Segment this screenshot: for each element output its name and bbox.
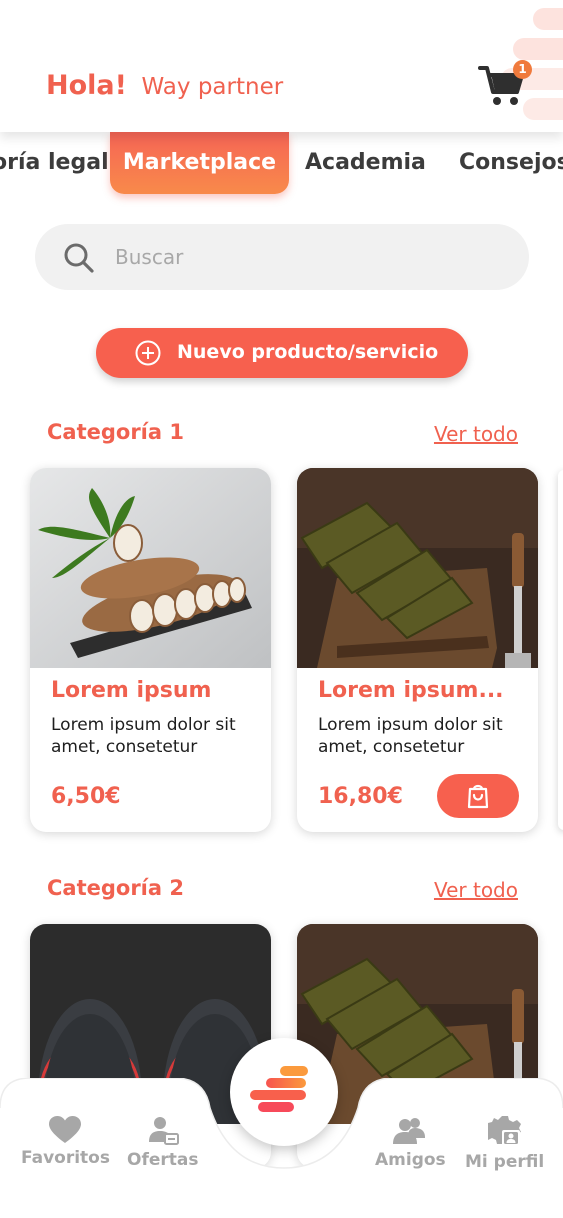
search-icon — [64, 243, 94, 273]
product-card-partial[interactable] — [558, 470, 563, 830]
category-title: Categoría 1 — [47, 420, 184, 444]
nav-favoritos[interactable]: Favoritos — [21, 1116, 110, 1168]
new-product-button[interactable]: Nuevo producto/servicio — [96, 328, 468, 378]
app-header: Hola! Way partner 1 — [0, 0, 563, 132]
category-tabs: oría legal Marketplace Academia Consejos — [0, 132, 563, 202]
nav-label: Favoritos — [21, 1148, 110, 1168]
home-fab-button[interactable] — [230, 1038, 338, 1146]
product-price: 16,80€ — [318, 784, 403, 809]
greeting-subtitle: Way partner — [141, 74, 284, 100]
product-title: Lorem ipsum — [51, 678, 212, 703]
product-card[interactable]: Lorem ipsum... Lorem ipsum dolor sit ame… — [297, 468, 538, 832]
offers-icon — [148, 1117, 179, 1145]
new-product-label: Nuevo producto/servicio — [177, 341, 439, 363]
see-all-link[interactable]: Ver todo — [434, 422, 518, 446]
cart-badge: 1 — [513, 60, 532, 79]
shopping-bag-icon — [467, 784, 489, 809]
product-description: Lorem ipsum dolor sit amet, consetetur — [318, 715, 503, 757]
product-image-wrapped-food — [297, 468, 538, 668]
category-title: Categoría 2 — [47, 876, 184, 900]
tab-asesoria-legal[interactable]: oría legal — [0, 150, 109, 175]
search-bar — [35, 224, 529, 290]
product-card[interactable]: Lorem ipsum Lorem ipsum dolor sit amet, … — [30, 468, 271, 832]
nav-label: Amigos — [375, 1150, 446, 1170]
product-image-cassava — [30, 468, 271, 668]
app-logo-icon — [250, 1066, 308, 1112]
tab-academia[interactable]: Academia — [305, 150, 426, 175]
bottom-navigation: Favoritos Ofertas Amigos Mi perfil — [0, 1038, 563, 1218]
product-price: 6,50€ — [51, 784, 121, 809]
greeting: Hola! Way partner — [46, 70, 283, 101]
nav-amigos[interactable]: Amigos — [375, 1116, 446, 1170]
nav-mi-perfil[interactable]: Mi perfil — [465, 1116, 544, 1172]
tab-marketplace[interactable]: Marketplace — [110, 132, 289, 194]
nav-ofertas[interactable]: Ofertas — [127, 1116, 198, 1170]
product-title: Lorem ipsum... — [318, 678, 504, 703]
nav-label: Mi perfil — [465, 1152, 545, 1172]
product-description: Lorem ipsum dolor sit amet, consetetur — [51, 715, 236, 757]
add-to-cart-button[interactable] — [437, 774, 519, 818]
search-input[interactable] — [115, 238, 505, 276]
nav-label: Ofertas — [127, 1150, 199, 1170]
friends-icon — [393, 1118, 426, 1144]
tab-consejos[interactable]: Consejos — [459, 150, 563, 175]
add-circle-icon — [135, 340, 161, 366]
see-all-link[interactable]: Ver todo — [434, 878, 518, 902]
greeting-bold: Hola! — [46, 70, 127, 101]
profile-settings-icon — [487, 1116, 521, 1146]
heart-icon — [49, 1116, 82, 1143]
